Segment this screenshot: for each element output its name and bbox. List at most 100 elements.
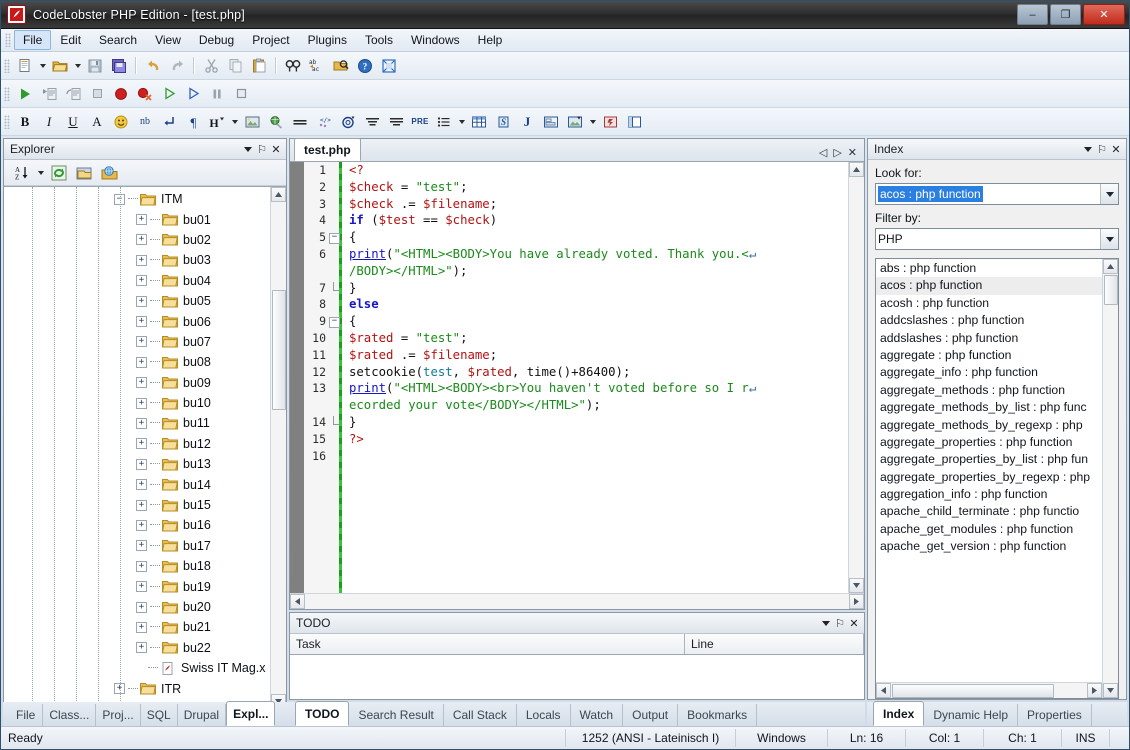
- insert-link-icon[interactable]: [264, 110, 288, 134]
- tree-item-bu22[interactable]: + bu22: [4, 638, 270, 658]
- tree-expand-icon[interactable]: +: [136, 316, 147, 328]
- refresh-icon[interactable]: [47, 161, 71, 185]
- tree-expand-icon[interactable]: +: [136, 621, 147, 633]
- tab-dynamic-help[interactable]: Dynamic Help: [924, 704, 1019, 726]
- index-list-item[interactable]: addslashes : php function: [876, 330, 1102, 347]
- tree-item-bu10[interactable]: + bu10: [4, 393, 270, 413]
- todo-pin-icon[interactable]: ⚐: [833, 616, 847, 631]
- tree-item-bu15[interactable]: + bu15: [4, 495, 270, 515]
- tree-item-bu16[interactable]: + bu16: [4, 515, 270, 535]
- code-fold-toggle-icon[interactable]: −: [329, 233, 340, 245]
- menu-plugins[interactable]: Plugins: [299, 30, 356, 50]
- editor-horizontal-scrollbar[interactable]: [290, 593, 864, 609]
- tree-item-bu08[interactable]: + bu08: [4, 352, 270, 372]
- index-list-item[interactable]: aggregate_properties_by_regexp : php: [876, 469, 1102, 486]
- index-list-item[interactable]: aggregate_info : php function: [876, 364, 1102, 381]
- save-all-icon[interactable]: [107, 54, 131, 78]
- horizontal-rule-icon[interactable]: [288, 110, 312, 134]
- tab-project[interactable]: Proj...: [96, 704, 141, 726]
- find-in-files-icon[interactable]: [329, 54, 353, 78]
- explorer-tree[interactable]: − ITM + bu01 + bu02 + bu03 + bu04 + bu05 + bu06 + bu07 +…: [4, 187, 270, 709]
- todo-close-icon[interactable]: ✕: [847, 616, 861, 631]
- pause-icon[interactable]: [205, 82, 229, 106]
- tree-item-bu18[interactable]: + bu18: [4, 556, 270, 576]
- menu-help[interactable]: Help: [469, 30, 512, 50]
- flash-icon[interactable]: [598, 110, 622, 134]
- frames-icon[interactable]: [622, 110, 646, 134]
- menu-file[interactable]: File: [14, 30, 52, 50]
- help-icon[interactable]: ?: [353, 54, 377, 78]
- step-into-icon[interactable]: [37, 82, 61, 106]
- tree-item-bu13[interactable]: + bu13: [4, 454, 270, 474]
- script-icon[interactable]: S: [491, 110, 515, 134]
- editor-marker-gutter[interactable]: [290, 162, 304, 593]
- index-scroll-down-button[interactable]: [1103, 683, 1118, 698]
- tab-bookmarks[interactable]: Bookmarks: [678, 704, 758, 726]
- menu-search[interactable]: Search: [90, 30, 146, 50]
- explorer-vertical-scrollbar[interactable]: [270, 187, 286, 709]
- index-list-item[interactable]: apache_child_terminate : php functio: [876, 503, 1102, 520]
- start-debug-icon[interactable]: [181, 82, 205, 106]
- find-icon[interactable]: [281, 54, 305, 78]
- index-list-item[interactable]: aggregate_methods_by_list : php func: [876, 399, 1102, 416]
- stop-debug-icon[interactable]: [85, 82, 109, 106]
- maximize-button[interactable]: ❐: [1050, 4, 1081, 25]
- comment-icon[interactable]: [336, 110, 360, 134]
- explorer-close-icon[interactable]: ✕: [269, 142, 283, 157]
- tab-locals[interactable]: Locals: [517, 704, 571, 726]
- tab-output[interactable]: Output: [623, 704, 679, 726]
- explorer-scroll-thumb[interactable]: [272, 290, 286, 410]
- tree-expand-icon[interactable]: +: [136, 377, 147, 389]
- tree-expand-icon[interactable]: +: [136, 356, 147, 368]
- remove-breakpoints-icon[interactable]: [133, 82, 157, 106]
- copy-icon[interactable]: [223, 54, 247, 78]
- list-button[interactable]: [432, 110, 456, 134]
- minimize-button[interactable]: –: [1017, 4, 1048, 25]
- tree-item-swiss-it-mag-x[interactable]: Swiss IT Mag.x: [4, 658, 270, 678]
- open-file-dropdown-icon[interactable]: [72, 55, 83, 77]
- tree-item-bu04[interactable]: + bu04: [4, 271, 270, 291]
- editor-scroll-track[interactable]: [849, 177, 864, 578]
- todo-column-line[interactable]: Line: [685, 634, 864, 654]
- explorer-scroll-track[interactable]: [271, 202, 286, 694]
- index-list-item[interactable]: acosh : php function: [876, 295, 1102, 312]
- explorer-scroll-up-button[interactable]: [271, 187, 286, 202]
- insert-table-icon[interactable]: [467, 110, 491, 134]
- menu-debug[interactable]: Debug: [190, 30, 243, 50]
- filter-by-dropdown-icon[interactable]: [1100, 229, 1118, 249]
- menu-project[interactable]: Project: [243, 30, 298, 50]
- index-listbox[interactable]: abs : php function acos : php function aco…: [875, 258, 1119, 699]
- nbsp-button[interactable]: nb: [133, 110, 157, 134]
- cut-icon[interactable]: [199, 54, 223, 78]
- todo-grid[interactable]: Task Line: [290, 634, 864, 699]
- index-scroll-track[interactable]: [1103, 274, 1118, 683]
- form-icon[interactable]: [539, 110, 563, 134]
- editor-code-area[interactable]: <? $check = "test"; $check .= $filename; if…: [342, 162, 848, 593]
- fullscreen-icon[interactable]: [377, 54, 401, 78]
- italic-button[interactable]: I: [37, 110, 61, 134]
- tree-expand-icon[interactable]: +: [136, 601, 147, 613]
- tree-item-bu01[interactable]: + bu01: [4, 209, 270, 229]
- tree-item-bu20[interactable]: + bu20: [4, 597, 270, 617]
- index-scroll-thumb[interactable]: [1104, 275, 1118, 305]
- menu-view[interactable]: View: [146, 30, 190, 50]
- tree-expand-icon[interactable]: +: [136, 417, 147, 429]
- index-vertical-scrollbar[interactable]: [1102, 259, 1118, 698]
- index-list-item[interactable]: addcslashes : php function: [876, 312, 1102, 329]
- look-for-combo[interactable]: acos : php function: [875, 183, 1119, 205]
- tree-expand-icon[interactable]: +: [136, 499, 147, 511]
- tree-expand-icon[interactable]: +: [136, 581, 147, 593]
- tree-item-bu21[interactable]: + bu21: [4, 617, 270, 637]
- tree-expand-icon[interactable]: +: [136, 560, 147, 572]
- undo-icon[interactable]: [141, 54, 165, 78]
- tab-file[interactable]: File: [9, 704, 44, 726]
- tab-watch[interactable]: Watch: [571, 704, 624, 726]
- editor-next-tab-icon[interactable]: ▷: [833, 146, 841, 159]
- stop-icon[interactable]: [229, 82, 253, 106]
- index-list-item[interactable]: aggregation_info : php function: [876, 486, 1102, 503]
- tab-call-stack[interactable]: Call Stack: [444, 704, 517, 726]
- tab-drupal[interactable]: Drupal: [178, 704, 227, 726]
- tree-item-bu06[interactable]: + bu06: [4, 311, 270, 331]
- tree-item-bu05[interactable]: + bu05: [4, 291, 270, 311]
- tree-item-bu19[interactable]: + bu19: [4, 576, 270, 596]
